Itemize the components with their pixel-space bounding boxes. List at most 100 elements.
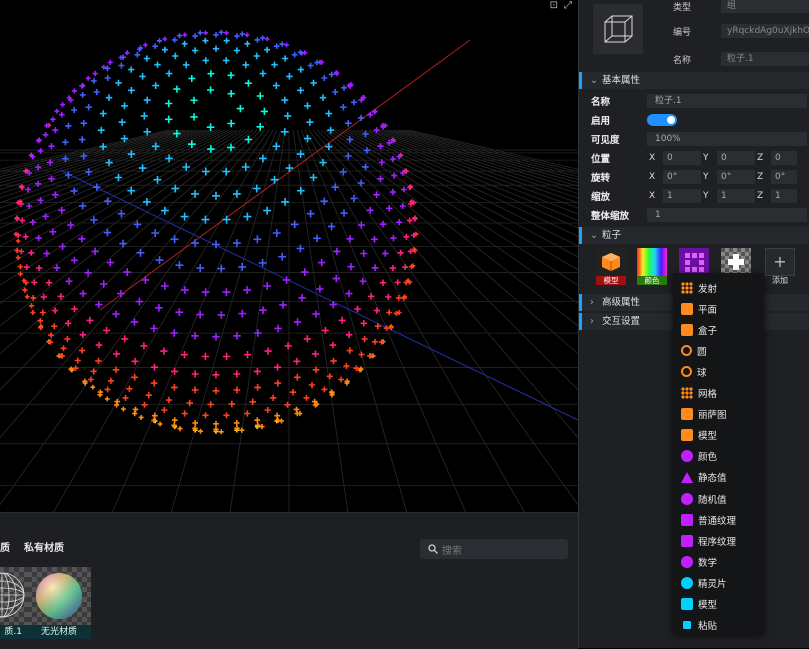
- dropdown-item-label: 球: [697, 367, 707, 379]
- dropdown-item-label: 静态值: [698, 473, 727, 485]
- matte-sphere-preview: [36, 573, 82, 619]
- dropdown-item-label: 模型: [698, 600, 718, 611]
- chevron-down-icon: ⌄: [590, 75, 598, 86]
- rotation-x-input[interactable]: 0°: [663, 169, 701, 184]
- chevron-right-icon: ›: [590, 316, 594, 327]
- rotation-fields: X 0° Y 0° Z 0°: [647, 169, 797, 184]
- dropdown-item[interactable]: 圆: [673, 340, 764, 361]
- scene-viewport[interactable]: ⊡ ⤢: [0, 0, 578, 512]
- axis-y-label: Y: [703, 171, 709, 182]
- scale-y-input[interactable]: 1: [717, 188, 755, 203]
- axis-x-label: X: [649, 190, 656, 201]
- dropdown-item-label: 程序纹理: [698, 536, 737, 548]
- scale-z-input[interactable]: 1: [771, 188, 797, 203]
- object-id-row: 编号 yRqckdAg0uXjkhOV: [673, 23, 809, 39]
- particle-points: [13, 29, 419, 435]
- add-label: 添加: [772, 276, 788, 285]
- type-field: 组: [721, 0, 809, 13]
- fullscreen-icon[interactable]: ⤢: [564, 0, 572, 11]
- cube-icon: [604, 15, 633, 43]
- section-basic-properties[interactable]: ⌄ 基本属性: [579, 72, 809, 89]
- object-preview: [593, 4, 643, 54]
- camera-toggle-icon[interactable]: ⊡: [550, 0, 558, 11]
- prop-label: 名称: [591, 96, 611, 108]
- tab-private-materials[interactable]: 私有材质: [24, 539, 64, 554]
- dropdown-item-label: 平面: [698, 304, 718, 316]
- axis-x-label: X: [649, 152, 656, 163]
- prop-overall-scale-row: 整体缩放 1: [579, 205, 809, 224]
- axis-z-label: Z: [757, 190, 764, 201]
- dropdown-item[interactable]: 数学: [673, 551, 764, 572]
- chevron-down-icon: ⌄: [590, 230, 598, 241]
- dropdown-item-label: 盒子: [698, 325, 718, 337]
- dropdown-item-label: 精灵片: [698, 578, 727, 590]
- scale-x-input[interactable]: 1: [663, 188, 701, 203]
- position-z-input[interactable]: 0: [771, 150, 797, 165]
- prop-position-row: 位置 X0 Y0 Z0: [579, 148, 809, 167]
- rotation-y-input[interactable]: 0°: [717, 169, 755, 184]
- material-thumb-matte[interactable]: 无光材质: [27, 567, 91, 639]
- dropdown-item-label: 普通纹理: [698, 515, 737, 527]
- dropdown-item[interactable]: 颜色: [673, 446, 764, 467]
- search-input[interactable]: 搜索: [442, 542, 462, 557]
- model-swatch: [596, 248, 626, 276]
- dropdown-item-label: 颜色: [698, 452, 718, 464]
- dropdown-item-label: 数学: [698, 557, 718, 569]
- prop-label: 位置: [591, 153, 611, 165]
- paste-icon: [683, 621, 691, 630]
- tab-materials[interactable]: 质: [0, 539, 10, 554]
- dropdown-item[interactable]: 精灵片: [673, 572, 764, 593]
- axis-z-label: Z: [757, 171, 764, 182]
- prop-label: 旋转: [591, 172, 611, 184]
- object-name-field[interactable]: 粒子.1: [721, 52, 809, 66]
- id-field[interactable]: yRqckdAg0uXjkhOV: [721, 24, 809, 38]
- axis-z-label: Z: [757, 152, 764, 163]
- dropdown-item[interactable]: 粘贴: [673, 615, 764, 636]
- sprite-icon: [681, 576, 693, 589]
- chevron-right-icon: ›: [590, 297, 594, 308]
- enable-toggle[interactable]: [647, 113, 677, 126]
- particle-tile-model[interactable]: 模型: [596, 248, 626, 286]
- dropdown-item[interactable]: 模型: [673, 425, 764, 446]
- particle-sphere-scene: [0, 29, 578, 512]
- name-label: 名称: [673, 55, 692, 66]
- overall-scale-input[interactable]: 1: [647, 207, 807, 222]
- dropdown-item[interactable]: 平面: [673, 298, 764, 319]
- search-icon: [428, 544, 438, 554]
- dropdown-item[interactable]: 随机值: [673, 488, 764, 509]
- dropdown-item[interactable]: 发射: [673, 277, 764, 298]
- dropdown-item[interactable]: 普通纹理: [673, 509, 764, 530]
- box-icon: [681, 323, 693, 336]
- axis-x-label: X: [649, 171, 656, 182]
- dropdown-item[interactable]: 盒子: [673, 319, 764, 340]
- prop-label: 可见度: [591, 134, 620, 146]
- dropdown-item[interactable]: 丽萨图: [673, 404, 764, 425]
- dropdown-item-label: 网格: [698, 389, 718, 400]
- position-y-input[interactable]: 0: [717, 150, 755, 165]
- dropdown-item[interactable]: 网格: [673, 383, 764, 404]
- dropdown-item[interactable]: 模型: [673, 594, 764, 615]
- position-x-input[interactable]: 0: [663, 150, 701, 165]
- material-thumb-wire[interactable]: 质.1: [0, 567, 28, 639]
- material-search[interactable]: 搜索: [420, 539, 568, 559]
- viewport-controls: ⊡ ⤢: [550, 0, 572, 11]
- name-input[interactable]: 粒子.1: [647, 93, 807, 108]
- dropdown-item-label: 随机值: [698, 494, 727, 506]
- prop-visibility-row: 可见度 100%: [579, 129, 809, 148]
- rotation-z-input[interactable]: 0°: [771, 169, 797, 184]
- particle-tile-color[interactable]: 颜色: [637, 248, 667, 286]
- section-title: 基本属性: [602, 75, 641, 86]
- static-value-icon: [681, 471, 693, 483]
- gradient-swatch: [637, 248, 667, 276]
- visibility-input[interactable]: 100%: [647, 131, 807, 146]
- section-particles[interactable]: ⌄ 粒子: [579, 227, 809, 244]
- dropdown-item[interactable]: 静态值: [673, 467, 764, 488]
- dropdown-item[interactable]: 程序纹理: [673, 530, 764, 551]
- prop-scale-row: 缩放 X1 Y1 Z1: [579, 186, 809, 205]
- object-type-row: 类型 组: [673, 0, 809, 14]
- prop-rotation-row: 旋转 X 0° Y 0° Z 0°: [579, 167, 809, 186]
- add-particle-module-button[interactable]: + 添加: [765, 248, 795, 286]
- dropdown-item[interactable]: 球: [673, 361, 764, 382]
- pixel-texture-icon: [685, 253, 704, 272]
- section-title: 粒子: [602, 230, 622, 241]
